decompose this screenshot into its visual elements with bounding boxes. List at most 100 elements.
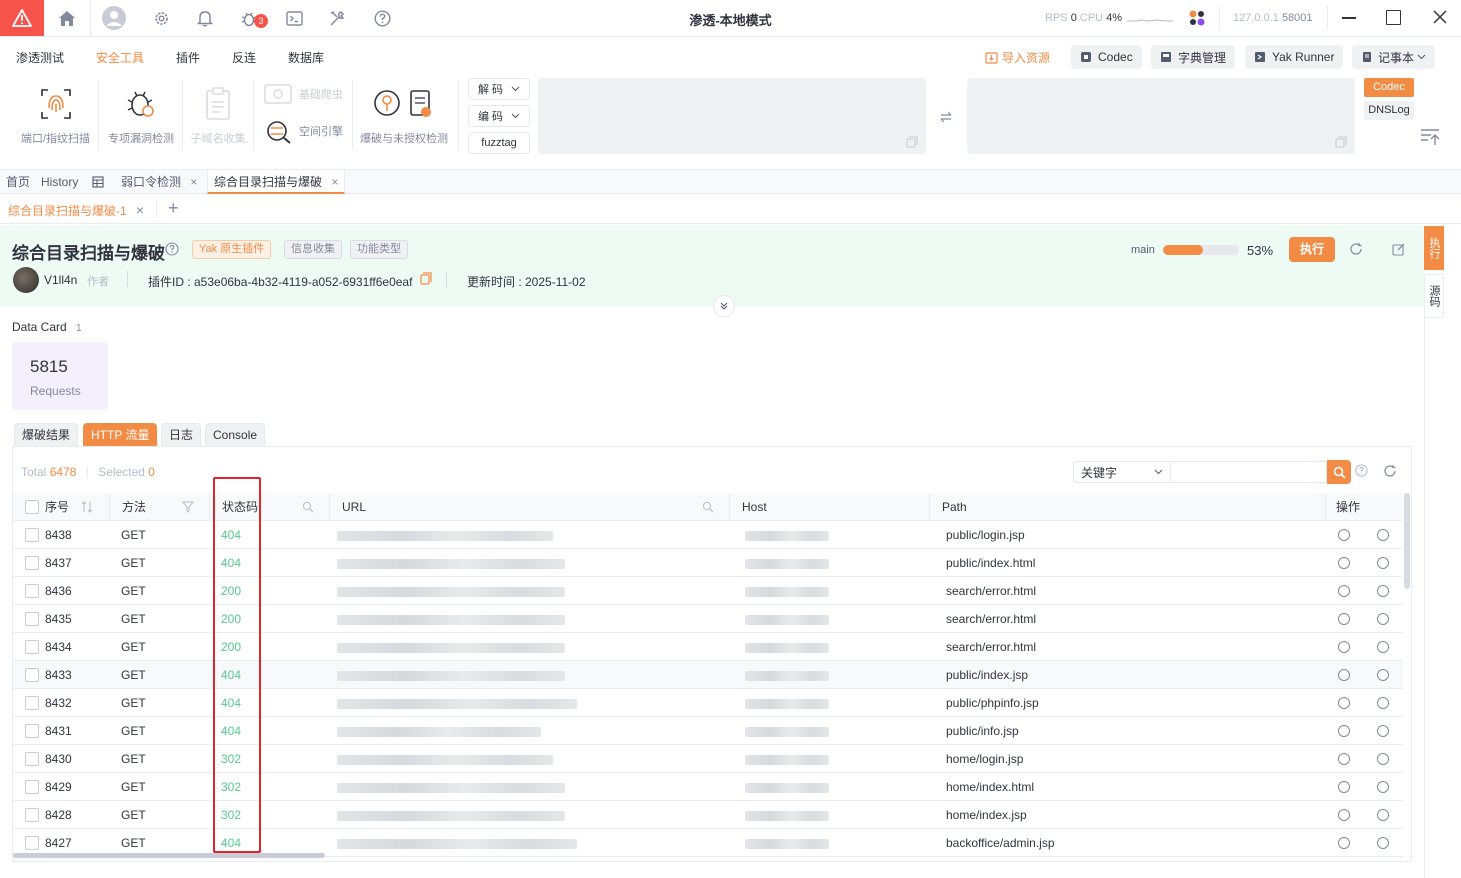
row-checkbox[interactable] [25, 808, 39, 822]
yak-runner-button[interactable]: Yak Runner [1245, 45, 1344, 69]
column-header-path[interactable]: Path [929, 493, 1325, 521]
refresh-icon[interactable] [1349, 242, 1363, 259]
arrow-right-icon[interactable] [1377, 613, 1389, 625]
row-checkbox[interactable] [25, 836, 39, 850]
dnslog-tag[interactable]: DNSLog [1364, 101, 1414, 120]
arrow-right-icon[interactable] [1377, 753, 1389, 765]
maximize-icon[interactable] [1386, 10, 1401, 25]
decode-select[interactable]: 解 码 [468, 78, 530, 100]
tab-history[interactable]: History [35, 170, 84, 194]
crawler-tool[interactable]: 基础爬虫 [263, 83, 343, 105]
arrow-right-icon[interactable] [1377, 809, 1389, 821]
row-checkbox[interactable] [25, 752, 39, 766]
shield-icon[interactable] [1338, 585, 1350, 597]
close-icon[interactable]: × [331, 175, 338, 189]
tools-icon[interactable] [327, 8, 347, 28]
help-icon[interactable] [165, 242, 179, 259]
horizontal-scrollbar[interactable] [13, 853, 325, 858]
row-checkbox[interactable] [25, 696, 39, 710]
fuzztag-button[interactable]: fuzztag [468, 132, 530, 154]
row-checkbox[interactable] [25, 724, 39, 738]
refresh-icon[interactable] [1383, 464, 1397, 481]
help-icon[interactable] [372, 8, 392, 28]
close-icon[interactable]: × [136, 202, 144, 218]
edit-icon[interactable] [1392, 242, 1406, 259]
shield-icon[interactable] [1338, 837, 1350, 849]
arrow-right-icon[interactable] [1377, 697, 1389, 709]
shield-icon[interactable] [1338, 753, 1350, 765]
tab-logs[interactable]: 日志 [161, 423, 202, 447]
row-checkbox[interactable] [25, 584, 39, 598]
brute-force-tool[interactable]: 爆破与未授权检测 [358, 84, 450, 146]
copy-icon[interactable] [420, 272, 432, 288]
menu-security-tools[interactable]: 安全工具 [96, 49, 144, 66]
table-icon[interactable] [92, 176, 104, 191]
run-button[interactable]: 执行 [1289, 237, 1335, 262]
swap-icon[interactable] [939, 110, 953, 127]
subdomain-tool[interactable]: 子域名收集 [188, 84, 248, 146]
arrow-right-icon[interactable] [1377, 641, 1389, 653]
encode-select[interactable]: 编 码 [468, 105, 530, 127]
side-run-button[interactable]: 执行 [1424, 226, 1444, 270]
help-icon[interactable] [1355, 464, 1368, 480]
row-checkbox[interactable] [25, 668, 39, 682]
filter-type-select[interactable]: 关键字 [1073, 461, 1171, 483]
arrow-right-icon[interactable] [1377, 557, 1389, 569]
shield-icon[interactable] [1338, 697, 1350, 709]
shield-icon[interactable] [1338, 557, 1350, 569]
tab-http-traffic[interactable]: HTTP 流量 [83, 423, 158, 447]
menu-reverse[interactable]: 反连 [232, 49, 256, 66]
notepad-button[interactable]: 记事本 [1352, 45, 1436, 69]
shield-icon[interactable] [1338, 529, 1350, 541]
dict-manage-button[interactable]: 字典管理 [1151, 45, 1236, 69]
add-tab-icon[interactable]: + [168, 198, 179, 218]
tab-brute-results[interactable]: 爆破结果 [14, 423, 79, 447]
minimize-icon[interactable] [1342, 17, 1356, 19]
menu-plugins[interactable]: 插件 [176, 49, 200, 66]
select-all-checkbox[interactable] [25, 500, 39, 514]
user-avatar-icon[interactable] [102, 6, 126, 30]
column-header-host[interactable]: Host [729, 493, 929, 521]
row-checkbox[interactable] [25, 556, 39, 570]
row-checkbox[interactable] [25, 780, 39, 794]
shield-icon[interactable] [1338, 809, 1350, 821]
arrow-right-icon[interactable] [1377, 585, 1389, 597]
tab-home[interactable]: 首页 [0, 170, 36, 194]
close-icon[interactable]: × [190, 175, 197, 189]
arrow-right-icon[interactable] [1377, 669, 1389, 681]
engine-icon[interactable] [1188, 9, 1206, 27]
close-icon[interactable] [1432, 9, 1448, 25]
sub-tab-dir-scan-1[interactable]: 综合目录扫描与爆破-1 × [8, 202, 144, 219]
arrow-right-icon[interactable] [1377, 529, 1389, 541]
vertical-scrollbar[interactable] [1404, 493, 1410, 589]
shield-icon[interactable] [1338, 669, 1350, 681]
column-header-index[interactable]: 序号 [13, 493, 109, 521]
codec-output-area[interactable] [967, 78, 1355, 154]
row-checkbox[interactable] [25, 528, 39, 542]
menu-database[interactable]: 数据库 [288, 49, 324, 66]
tab-dir-scan[interactable]: 综合目录扫描与爆破 × [207, 170, 346, 194]
shield-icon[interactable] [1338, 641, 1350, 653]
codec-input-area[interactable] [538, 78, 926, 154]
menu-pentest[interactable]: 渗透测试 [16, 49, 64, 66]
tab-console[interactable]: Console [205, 423, 266, 447]
arrow-right-icon[interactable] [1377, 725, 1389, 737]
shield-icon[interactable] [1338, 725, 1350, 737]
space-engine-tool[interactable]: 空间引擎 [263, 118, 343, 144]
codec-tag[interactable]: Codec [1364, 78, 1414, 97]
arrow-right-icon[interactable] [1377, 781, 1389, 793]
arrow-right-icon[interactable] [1377, 837, 1389, 849]
tab-weak-password[interactable]: 弱口令检测 × [115, 170, 203, 194]
search-button[interactable] [1327, 460, 1351, 484]
import-resource-button[interactable]: 导入资源 [985, 49, 1050, 66]
row-checkbox[interactable] [25, 612, 39, 626]
bell-icon[interactable] [195, 8, 215, 28]
gear-icon[interactable] [151, 8, 171, 28]
shield-icon[interactable] [1338, 613, 1350, 625]
home-icon[interactable] [57, 8, 77, 28]
expand-toggle[interactable] [713, 295, 735, 317]
shield-icon[interactable] [1338, 781, 1350, 793]
warning-icon[interactable] [0, 0, 44, 36]
column-header-method[interactable]: 方法 [109, 493, 209, 521]
codec-button[interactable]: Codec [1071, 45, 1142, 69]
